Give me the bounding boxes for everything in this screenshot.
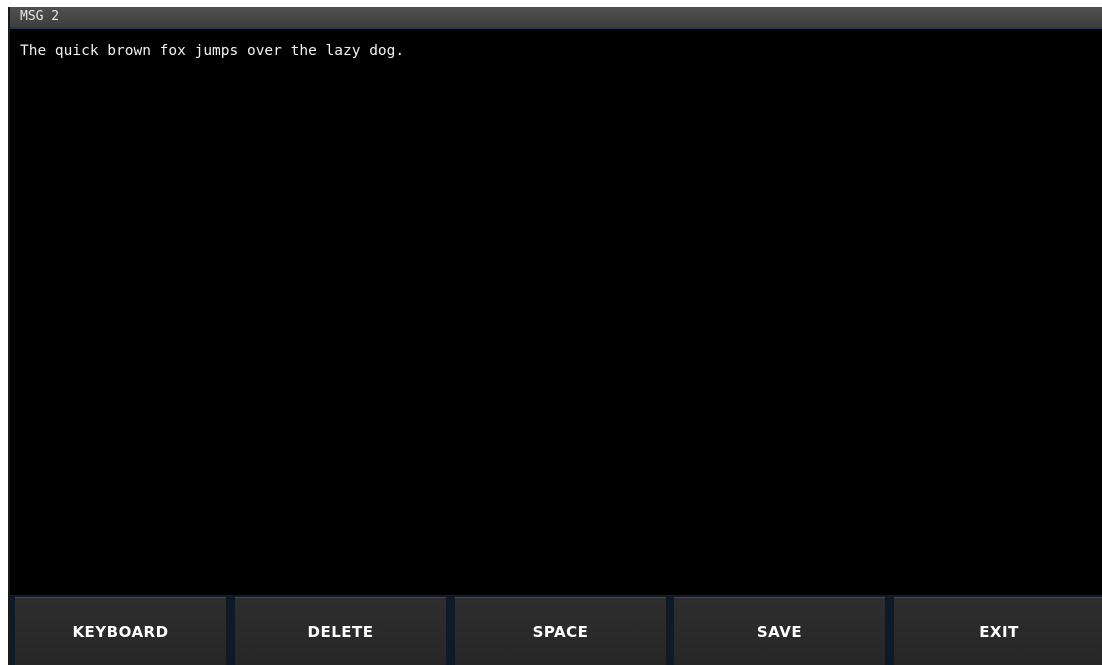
message-editor-screen: MSG 2 The quick brown fox jumps over the…: [8, 7, 1102, 665]
softkey-bar: KEYBOARD DELETE SPACE SAVE EXIT: [10, 595, 1102, 665]
message-text: The quick brown fox jumps over the lazy …: [20, 43, 405, 59]
delete-button-label: DELETE: [307, 622, 374, 641]
delete-button[interactable]: DELETE: [235, 597, 446, 665]
window-title: MSG 2: [20, 9, 60, 24]
keyboard-button-label: KEYBOARD: [72, 622, 169, 641]
space-button[interactable]: SPACE: [455, 597, 666, 665]
space-button-label: SPACE: [532, 622, 589, 641]
exit-button[interactable]: EXIT: [894, 597, 1102, 665]
save-button[interactable]: SAVE: [674, 597, 885, 665]
title-bar: MSG 2: [10, 7, 1102, 29]
save-button-label: SAVE: [756, 622, 803, 641]
keyboard-button[interactable]: KEYBOARD: [15, 597, 226, 665]
message-text-area[interactable]: The quick brown fox jumps over the lazy …: [10, 29, 1102, 595]
exit-button-label: EXIT: [979, 622, 1019, 641]
